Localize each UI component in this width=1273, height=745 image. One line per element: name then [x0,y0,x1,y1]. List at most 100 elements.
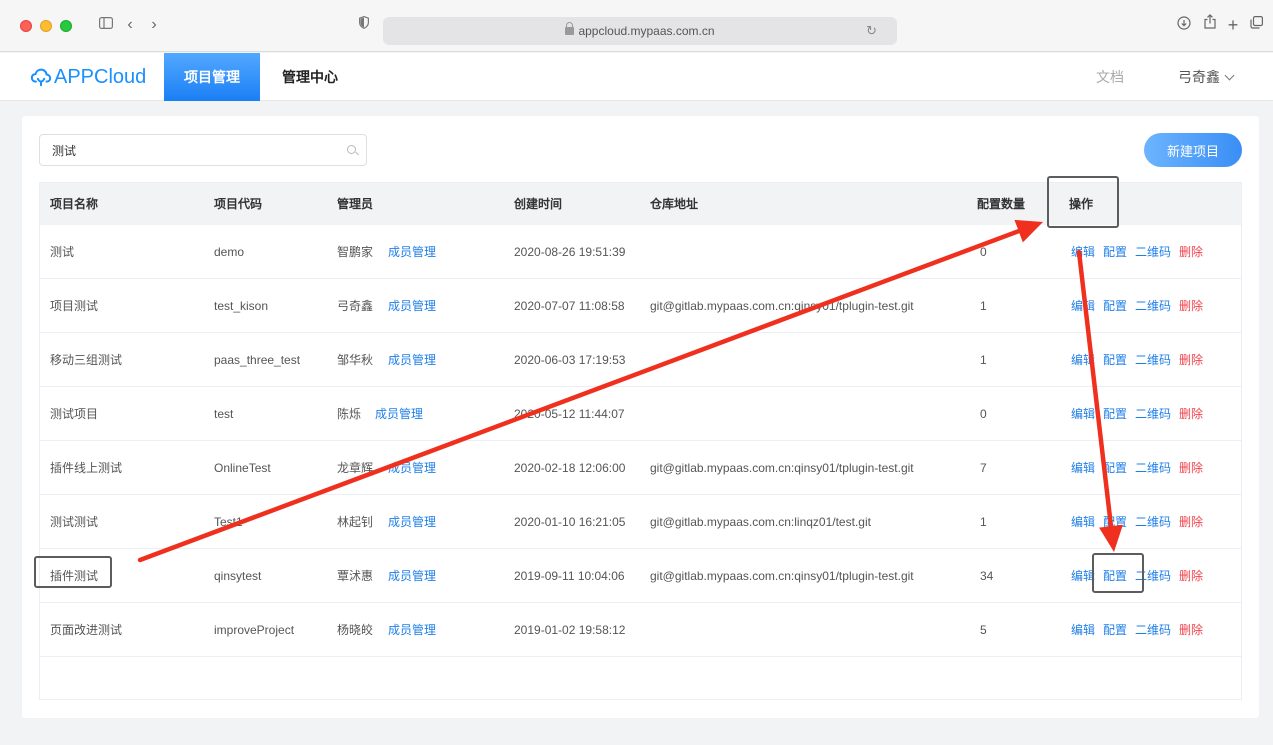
delete-link[interactable]: 删除 [1179,569,1203,583]
column-header-created: 创建时间 [514,197,563,211]
new-tab-icon[interactable]: + [1224,14,1242,36]
cell-code: paas_three_test [214,353,301,367]
cell-name: 插件线上测试 [50,461,123,475]
member-management-link[interactable]: 成员管理 [388,603,436,657]
cell-admin: 林起钊 [337,515,374,529]
edit-link[interactable]: 编辑 [1071,461,1095,475]
member-management-link[interactable]: 成员管理 [388,225,436,279]
cell-created: 2020-06-03 17:19:53 [514,353,626,367]
user-menu[interactable]: 弓奇鑫 [1178,53,1235,101]
row-actions: 编辑 配置 二维码 删除 [1071,333,1211,387]
cell-repo: git@gitlab.mypaas.com.cn:qinsy01/tplugin… [650,461,914,475]
row-actions: 编辑 配置 二维码 删除 [1071,387,1211,441]
qrcode-link[interactable]: 二维码 [1135,299,1171,313]
column-header-name: 项目名称 [50,197,99,211]
member-management-link[interactable]: 成员管理 [388,333,436,387]
qrcode-link[interactable]: 二维码 [1135,407,1171,421]
forward-icon[interactable]: › [146,14,162,36]
member-management-link[interactable]: 成员管理 [388,495,436,549]
qrcode-link[interactable]: 二维码 [1135,461,1171,475]
share-icon[interactable] [1201,14,1219,36]
minimize-window-button[interactable] [40,20,52,32]
cell-admin: 杨晓皎 [337,623,374,637]
cloud-logo-icon [30,68,52,87]
annotation-box-config-link [1092,553,1144,593]
delete-link[interactable]: 删除 [1179,623,1203,637]
row-actions: 编辑 配置 二维码 删除 [1071,603,1211,657]
edit-link[interactable]: 编辑 [1071,407,1095,421]
delete-link[interactable]: 删除 [1179,461,1203,475]
member-management-link[interactable]: 成员管理 [388,441,436,495]
delete-link[interactable]: 删除 [1179,515,1203,529]
qrcode-link[interactable]: 二维码 [1135,353,1171,367]
download-icon[interactable] [1175,14,1193,36]
cell-created: 2020-07-07 11:08:58 [514,299,625,313]
config-link[interactable]: 配置 [1103,245,1127,259]
config-link[interactable]: 配置 [1103,299,1127,313]
config-link[interactable]: 配置 [1103,623,1127,637]
delete-link[interactable]: 删除 [1179,245,1203,259]
new-project-button[interactable]: 新建项目 [1144,133,1242,167]
cell-repo: git@gitlab.mypaas.com.cn:qinsy01/tplugin… [650,299,914,313]
reload-icon[interactable]: ↻ [866,17,877,45]
cell-config-count: 1 [980,353,987,367]
qrcode-link[interactable]: 二维码 [1135,245,1171,259]
edit-link[interactable]: 编辑 [1071,623,1095,637]
search-icon[interactable] [347,145,356,154]
cell-admin: 覃沭惠 [337,569,374,583]
cell-admin: 龙章辉 [337,461,374,475]
column-header-admin: 管理员 [337,197,374,211]
tab-project-management[interactable]: 项目管理 [164,53,260,101]
cell-config-count: 1 [980,299,987,313]
column-header-repo: 仓库地址 [650,197,699,211]
address-bar[interactable]: appcloud.mypaas.com.cn ↻ [383,17,897,45]
sidebar-toggle-icon[interactable] [96,14,116,36]
cell-name: 页面改进测试 [50,623,123,637]
privacy-shield-icon[interactable] [356,14,372,36]
app-logo[interactable]: APPCloud [30,62,146,92]
edit-link[interactable]: 编辑 [1071,299,1095,313]
column-header-config-count: 配置数量 [977,197,1026,211]
table-row: 移动三组测试 paas_three_test 邹华秋 2020-06-03 17:19… [40,333,1241,387]
cell-created: 2019-01-02 19:58:12 [514,623,626,637]
project-table: 项目名称 项目代码 管理员 创建时间 仓库地址 配置数量 操作 测试 demo 智鹏… [39,182,1242,700]
close-window-button[interactable] [20,20,32,32]
table-row: 项目测试 test_kison 弓奇鑫 2020-07-07 11:08:58 git@… [40,279,1241,333]
member-management-link[interactable]: 成员管理 [388,549,436,603]
tab-overview-icon[interactable] [1247,14,1265,36]
member-management-link[interactable]: 成员管理 [375,387,423,441]
edit-link[interactable]: 编辑 [1071,245,1095,259]
cell-created: 2020-01-10 16:21:05 [514,515,626,529]
delete-link[interactable]: 删除 [1179,407,1203,421]
member-management-link[interactable]: 成员管理 [388,279,436,333]
qrcode-link[interactable]: 二维码 [1135,623,1171,637]
cell-name: 移动三组测试 [50,353,123,367]
cell-code: improveProject [214,623,295,637]
maximize-window-button[interactable] [60,20,72,32]
config-link[interactable]: 配置 [1103,407,1127,421]
edit-link[interactable]: 编辑 [1071,353,1095,367]
browser-toolbar: ‹ › appcloud.mypaas.com.cn ↻ + [0,0,1273,52]
table-row: 测试测试 Test1 林起钊 2020-01-10 16:21:05 git@gitla… [40,495,1241,549]
docs-link[interactable]: 文档 [1096,53,1124,101]
back-icon[interactable]: ‹ [122,14,138,36]
cell-config-count: 34 [980,569,994,583]
config-link[interactable]: 配置 [1103,515,1127,529]
qrcode-link[interactable]: 二维码 [1135,515,1171,529]
delete-link[interactable]: 删除 [1179,353,1203,367]
cell-admin: 邹华秋 [337,353,374,367]
config-link[interactable]: 配置 [1103,461,1127,475]
cell-repo: git@gitlab.mypaas.com.cn:qinsy01/tplugin… [650,569,914,583]
search-input[interactable] [40,135,320,165]
cell-code: qinsytest [214,569,262,583]
config-link[interactable]: 配置 [1103,353,1127,367]
delete-link[interactable]: 删除 [1179,299,1203,313]
table-row: 插件测试 qinsytest 覃沭惠 2019-09-11 10:04:06 git@g… [40,549,1241,603]
cell-repo: git@gitlab.mypaas.com.cn:linqz01/test.gi… [650,515,871,529]
cell-code: test [214,407,234,421]
tab-admin-center[interactable]: 管理中心 [262,53,358,101]
edit-link[interactable]: 编辑 [1071,515,1095,529]
row-actions: 编辑 配置 二维码 删除 [1071,441,1211,495]
search-box [39,134,367,166]
cell-code: OnlineTest [214,461,271,475]
